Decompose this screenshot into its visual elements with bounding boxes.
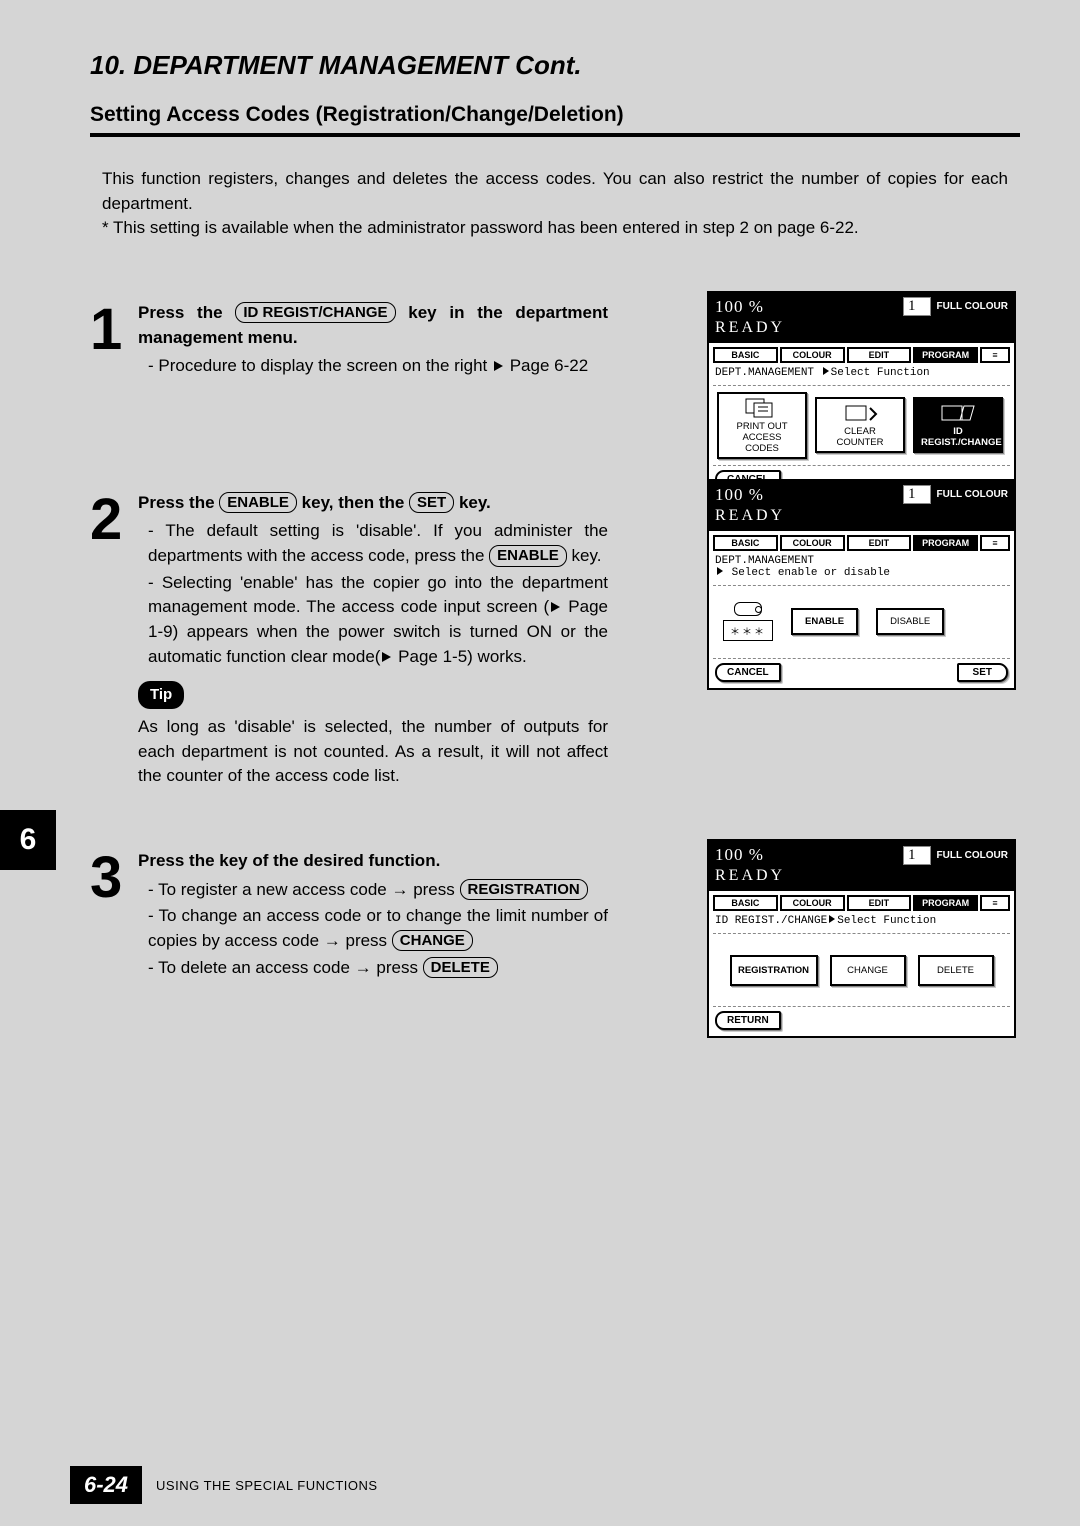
ready-label: READY [715, 319, 1008, 337]
chapter-title: 10. DEPARTMENT MANAGEMENT Cont. [90, 50, 1020, 81]
section-divider [90, 133, 1020, 137]
page-ref-icon [551, 602, 560, 612]
tab-basic[interactable]: BASIC [713, 895, 778, 911]
clear-counter-button[interactable]: CLEAR COUNTER [815, 397, 905, 453]
breadcrumb: DEPT.MANAGEMENT Select Function [709, 365, 1014, 381]
tip-badge: Tip [138, 681, 184, 709]
step-number-3: 3 [90, 855, 130, 901]
tab-colour[interactable]: COLOUR [780, 347, 845, 363]
tab-colour[interactable]: COLOUR [780, 895, 845, 911]
return-button[interactable]: RETURN [715, 1011, 781, 1030]
colour-mode: FULL COLOUR [937, 489, 1008, 500]
zoom-percent: 100 % [715, 297, 764, 317]
copy-count: 1 [903, 485, 931, 504]
delete-key: DELETE [423, 957, 498, 979]
tab-basic[interactable]: BASIC [713, 535, 778, 551]
id-regist-change-key: ID REGIST/CHANGE [235, 302, 395, 324]
step1-bullet: - Procedure to display the screen on the… [148, 354, 608, 379]
access-code-field: ＊＊＊ [723, 620, 773, 641]
change-button[interactable]: CHANGE [830, 955, 906, 986]
tip-text: As long as 'disable' is selected, the nu… [138, 715, 608, 789]
enable-key: ENABLE [219, 492, 297, 514]
enable-button[interactable]: ENABLE [791, 608, 858, 635]
chevron-right-icon [829, 915, 835, 923]
set-button[interactable]: SET [957, 663, 1008, 682]
print-out-access-codes-button[interactable]: PRINT OUT ACCESS CODES [717, 392, 807, 459]
step2-heading: Press the ENABLE key, then the SET key. [138, 491, 608, 516]
key-icon [734, 602, 762, 616]
tab-extra-icon[interactable]: ≡ [980, 535, 1010, 551]
change-key: CHANGE [392, 930, 473, 952]
ready-label: READY [715, 507, 1008, 525]
tab-edit[interactable]: EDIT [847, 895, 912, 911]
step3-bullet2: - To change an access code or to change … [148, 904, 608, 953]
step3-bullet1: - To register a new access code → press … [148, 878, 608, 903]
zoom-percent: 100 % [715, 845, 764, 865]
tab-program[interactable]: PROGRAM [913, 347, 978, 363]
registration-button[interactable]: REGISTRATION [730, 955, 818, 986]
step3-heading: Press the key of the desired function. [138, 849, 608, 874]
enable-key-inline: ENABLE [489, 545, 567, 567]
tab-extra-icon[interactable]: ≡ [980, 895, 1010, 911]
intro-text: This function registers, changes and del… [90, 167, 1020, 241]
step-number-1: 1 [90, 307, 130, 353]
chevron-right-icon [823, 367, 829, 375]
screen-dept-management: 100 % 1 FULL COLOUR READY BASIC COLOUR E… [707, 291, 1016, 497]
zoom-percent: 100 % [715, 485, 764, 505]
tab-basic[interactable]: BASIC [713, 347, 778, 363]
id-regist-change-button[interactable]: ID REGIST./CHANGE [913, 397, 1003, 453]
section-title: Setting Access Codes (Registration/Chang… [90, 103, 1020, 127]
tab-extra-icon[interactable]: ≡ [980, 347, 1010, 363]
step2-bullet2: - Selecting 'enable' has the copier go i… [148, 571, 608, 670]
page-footer: 6-24 USING THE SPECIAL FUNCTIONS [0, 1466, 378, 1504]
tab-program[interactable]: PROGRAM [913, 535, 978, 551]
disable-button[interactable]: DISABLE [876, 608, 944, 635]
set-key: SET [409, 492, 454, 514]
screen-id-regist-change: 100 % 1 FULL COLOUR READY BASIC COLOUR E… [707, 839, 1016, 1038]
tab-edit[interactable]: EDIT [847, 535, 912, 551]
delete-button[interactable]: DELETE [918, 955, 994, 986]
tab-program[interactable]: PROGRAM [913, 895, 978, 911]
chevron-right-icon [717, 567, 723, 575]
cancel-button[interactable]: CANCEL [715, 663, 781, 682]
breadcrumb: DEPT.MANAGEMENT Select enable or disable [709, 553, 1014, 581]
colour-mode: FULL COLOUR [937, 850, 1008, 861]
screen-enable-disable: 100 % 1 FULL COLOUR READY BASIC COLOUR E… [707, 479, 1016, 690]
page-ref-icon [494, 361, 503, 371]
step-number-2: 2 [90, 497, 130, 543]
step3-bullet3: - To delete an access code → press DELET… [148, 956, 608, 981]
page-number: 6-24 [70, 1466, 142, 1504]
page-ref-icon [382, 652, 391, 662]
colour-mode: FULL COLOUR [937, 301, 1008, 312]
copy-count: 1 [903, 846, 931, 865]
footer-text: USING THE SPECIAL FUNCTIONS [156, 1478, 378, 1493]
registration-key: REGISTRATION [460, 879, 588, 901]
step2-bullet1: - The default setting is 'disable'. If y… [148, 519, 608, 568]
tab-colour[interactable]: COLOUR [780, 535, 845, 551]
step1-heading: Press the ID REGIST/CHANGE key in the de… [138, 301, 608, 350]
copy-count: 1 [903, 297, 931, 316]
breadcrumb: ID REGIST./CHANGESelect Function [709, 913, 1014, 929]
tab-edit[interactable]: EDIT [847, 347, 912, 363]
key-icon-group: ＊＊＊ [723, 602, 773, 641]
ready-label: READY [715, 867, 1008, 885]
